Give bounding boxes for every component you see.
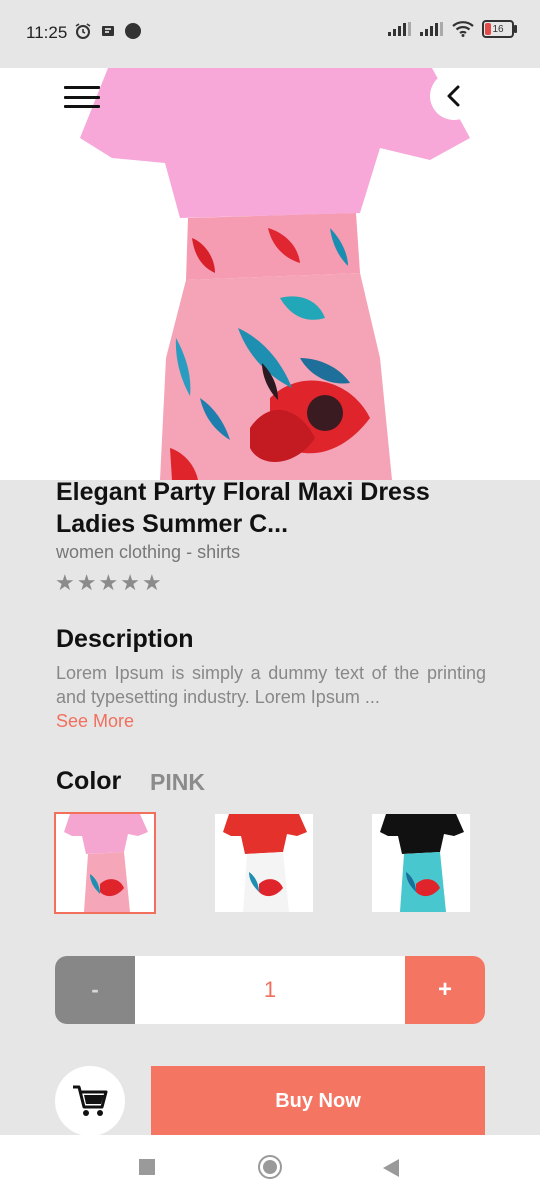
see-more-link[interactable]: See More [56,711,134,732]
selected-color-value: PINK [150,769,205,795]
menu-button[interactable] [64,82,100,112]
star-icon: ★ [98,570,119,595]
menu-icon-bar [64,95,100,99]
status-bar: 11:25 16 [0,0,540,68]
star-icon: ★ [141,570,162,595]
red-dress-thumbnail [215,814,313,912]
signal-icon [388,22,411,36]
status-right-icons: 16 [388,20,517,38]
dress-illustration [0,68,540,480]
color-swatch-pink[interactable] [54,812,156,914]
star-icon: ★ [120,570,140,595]
recent-apps-icon[interactable] [139,1159,155,1175]
menu-icon-bar [64,105,100,108]
black-dress-thumbnail [372,814,470,912]
home-icon[interactable] [258,1155,282,1179]
back-triangle-icon[interactable] [383,1159,399,1177]
cart-icon [73,1085,108,1116]
product-image [0,68,540,480]
color-swatch-black[interactable] [372,814,470,912]
product-category: women clothing - shirts [56,542,241,562]
menu-icon-bar [64,86,100,89]
decrease-quantity-button[interactable]: - [55,956,135,1024]
pink-dress-thumbnail [56,814,154,912]
color-label: Color [56,767,122,795]
star-icon: ★ [55,570,75,595]
battery-icon: 16 [482,20,517,38]
cart-button[interactable] [55,1066,125,1136]
battery-level: 16 [492,23,504,35]
status-time: 11:25 [26,23,68,42]
wifi-icon [452,21,474,37]
description-heading: Description [56,625,194,653]
chevron-left-icon [447,85,460,107]
signal-icon-2 [420,22,443,36]
product-title: Elegant Party Floral Maxi Dress Ladies S… [56,478,430,538]
dot-icon [125,23,141,39]
description-text: Lorem Ipsum is simply a dummy text of th… [56,663,486,707]
alarm-icon [75,23,91,39]
increase-quantity-button[interactable]: + [405,956,485,1024]
back-button[interactable] [430,72,478,120]
rating-stars: ★ ★ ★ ★ ★ [55,570,162,596]
quantity-stepper: - 1 + [55,956,485,1024]
color-swatch-red[interactable] [215,814,313,912]
quantity-value: 1 [263,977,277,1002]
buy-now-button[interactable]: Buy Now [151,1066,485,1136]
notification-icon [102,26,114,36]
system-navigation-bar [0,1135,540,1200]
status-left-icons [74,22,142,40]
star-icon: ★ [76,570,97,595]
